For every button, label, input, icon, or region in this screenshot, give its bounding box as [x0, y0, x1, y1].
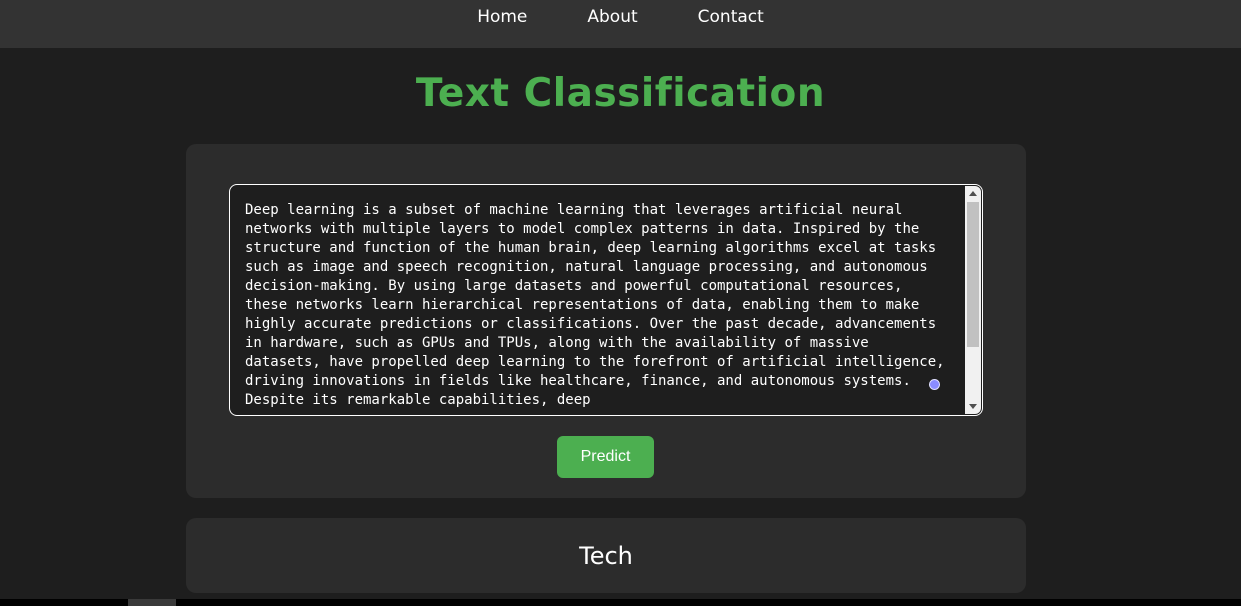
textarea-scrollbar[interactable]	[965, 186, 981, 414]
grammar-assistant-icon[interactable]	[929, 379, 940, 390]
taskbar-tab[interactable]	[128, 599, 176, 606]
taskbar-strip	[0, 599, 1241, 606]
nav-link-contact[interactable]: Contact	[698, 8, 764, 26]
navbar: Home About Contact	[0, 0, 1241, 48]
prediction-result: Tech	[579, 541, 633, 570]
predict-button[interactable]: Predict	[557, 436, 654, 478]
scroll-up-arrow-icon[interactable]	[969, 191, 977, 196]
scrollbar-thumb[interactable]	[967, 202, 979, 347]
text-input-container: Deep learning is a subset of machine lea…	[229, 184, 983, 416]
scroll-down-arrow-icon[interactable]	[969, 404, 977, 409]
result-card: Tech	[186, 518, 1026, 593]
nav-link-home[interactable]: Home	[477, 8, 527, 26]
page-title: Text Classification	[415, 71, 826, 116]
nav-link-about[interactable]: About	[587, 8, 637, 26]
input-card: Deep learning is a subset of machine lea…	[186, 144, 1026, 498]
text-input[interactable]: Deep learning is a subset of machine lea…	[230, 185, 966, 415]
